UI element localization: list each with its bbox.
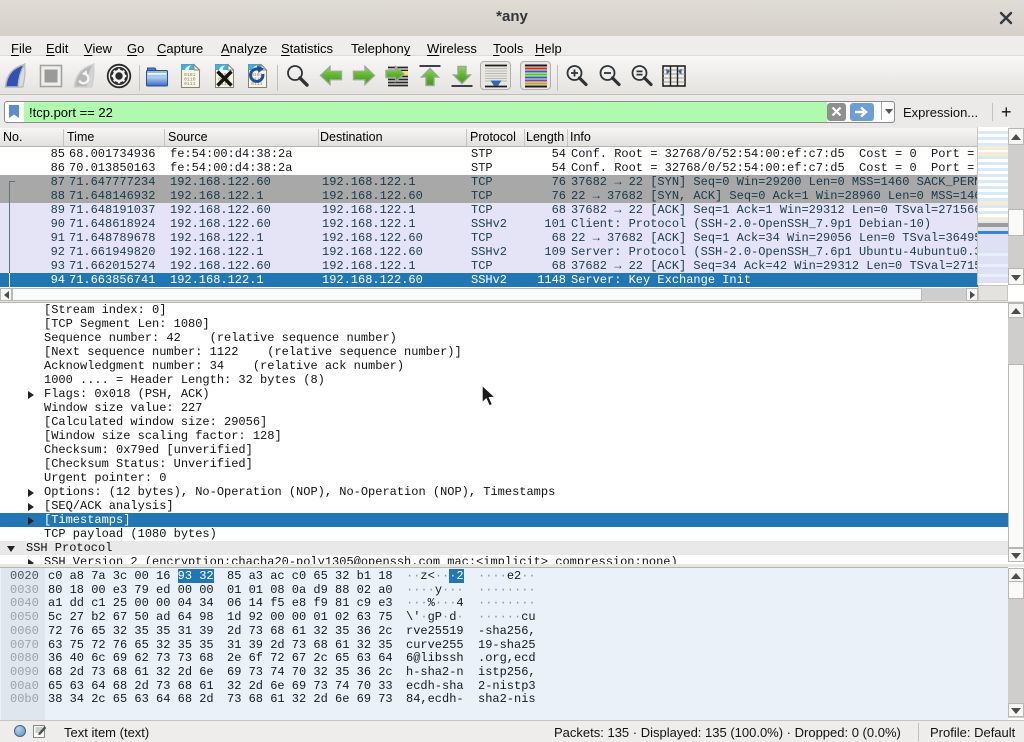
svg-text:0111: 0111 xyxy=(184,81,196,87)
